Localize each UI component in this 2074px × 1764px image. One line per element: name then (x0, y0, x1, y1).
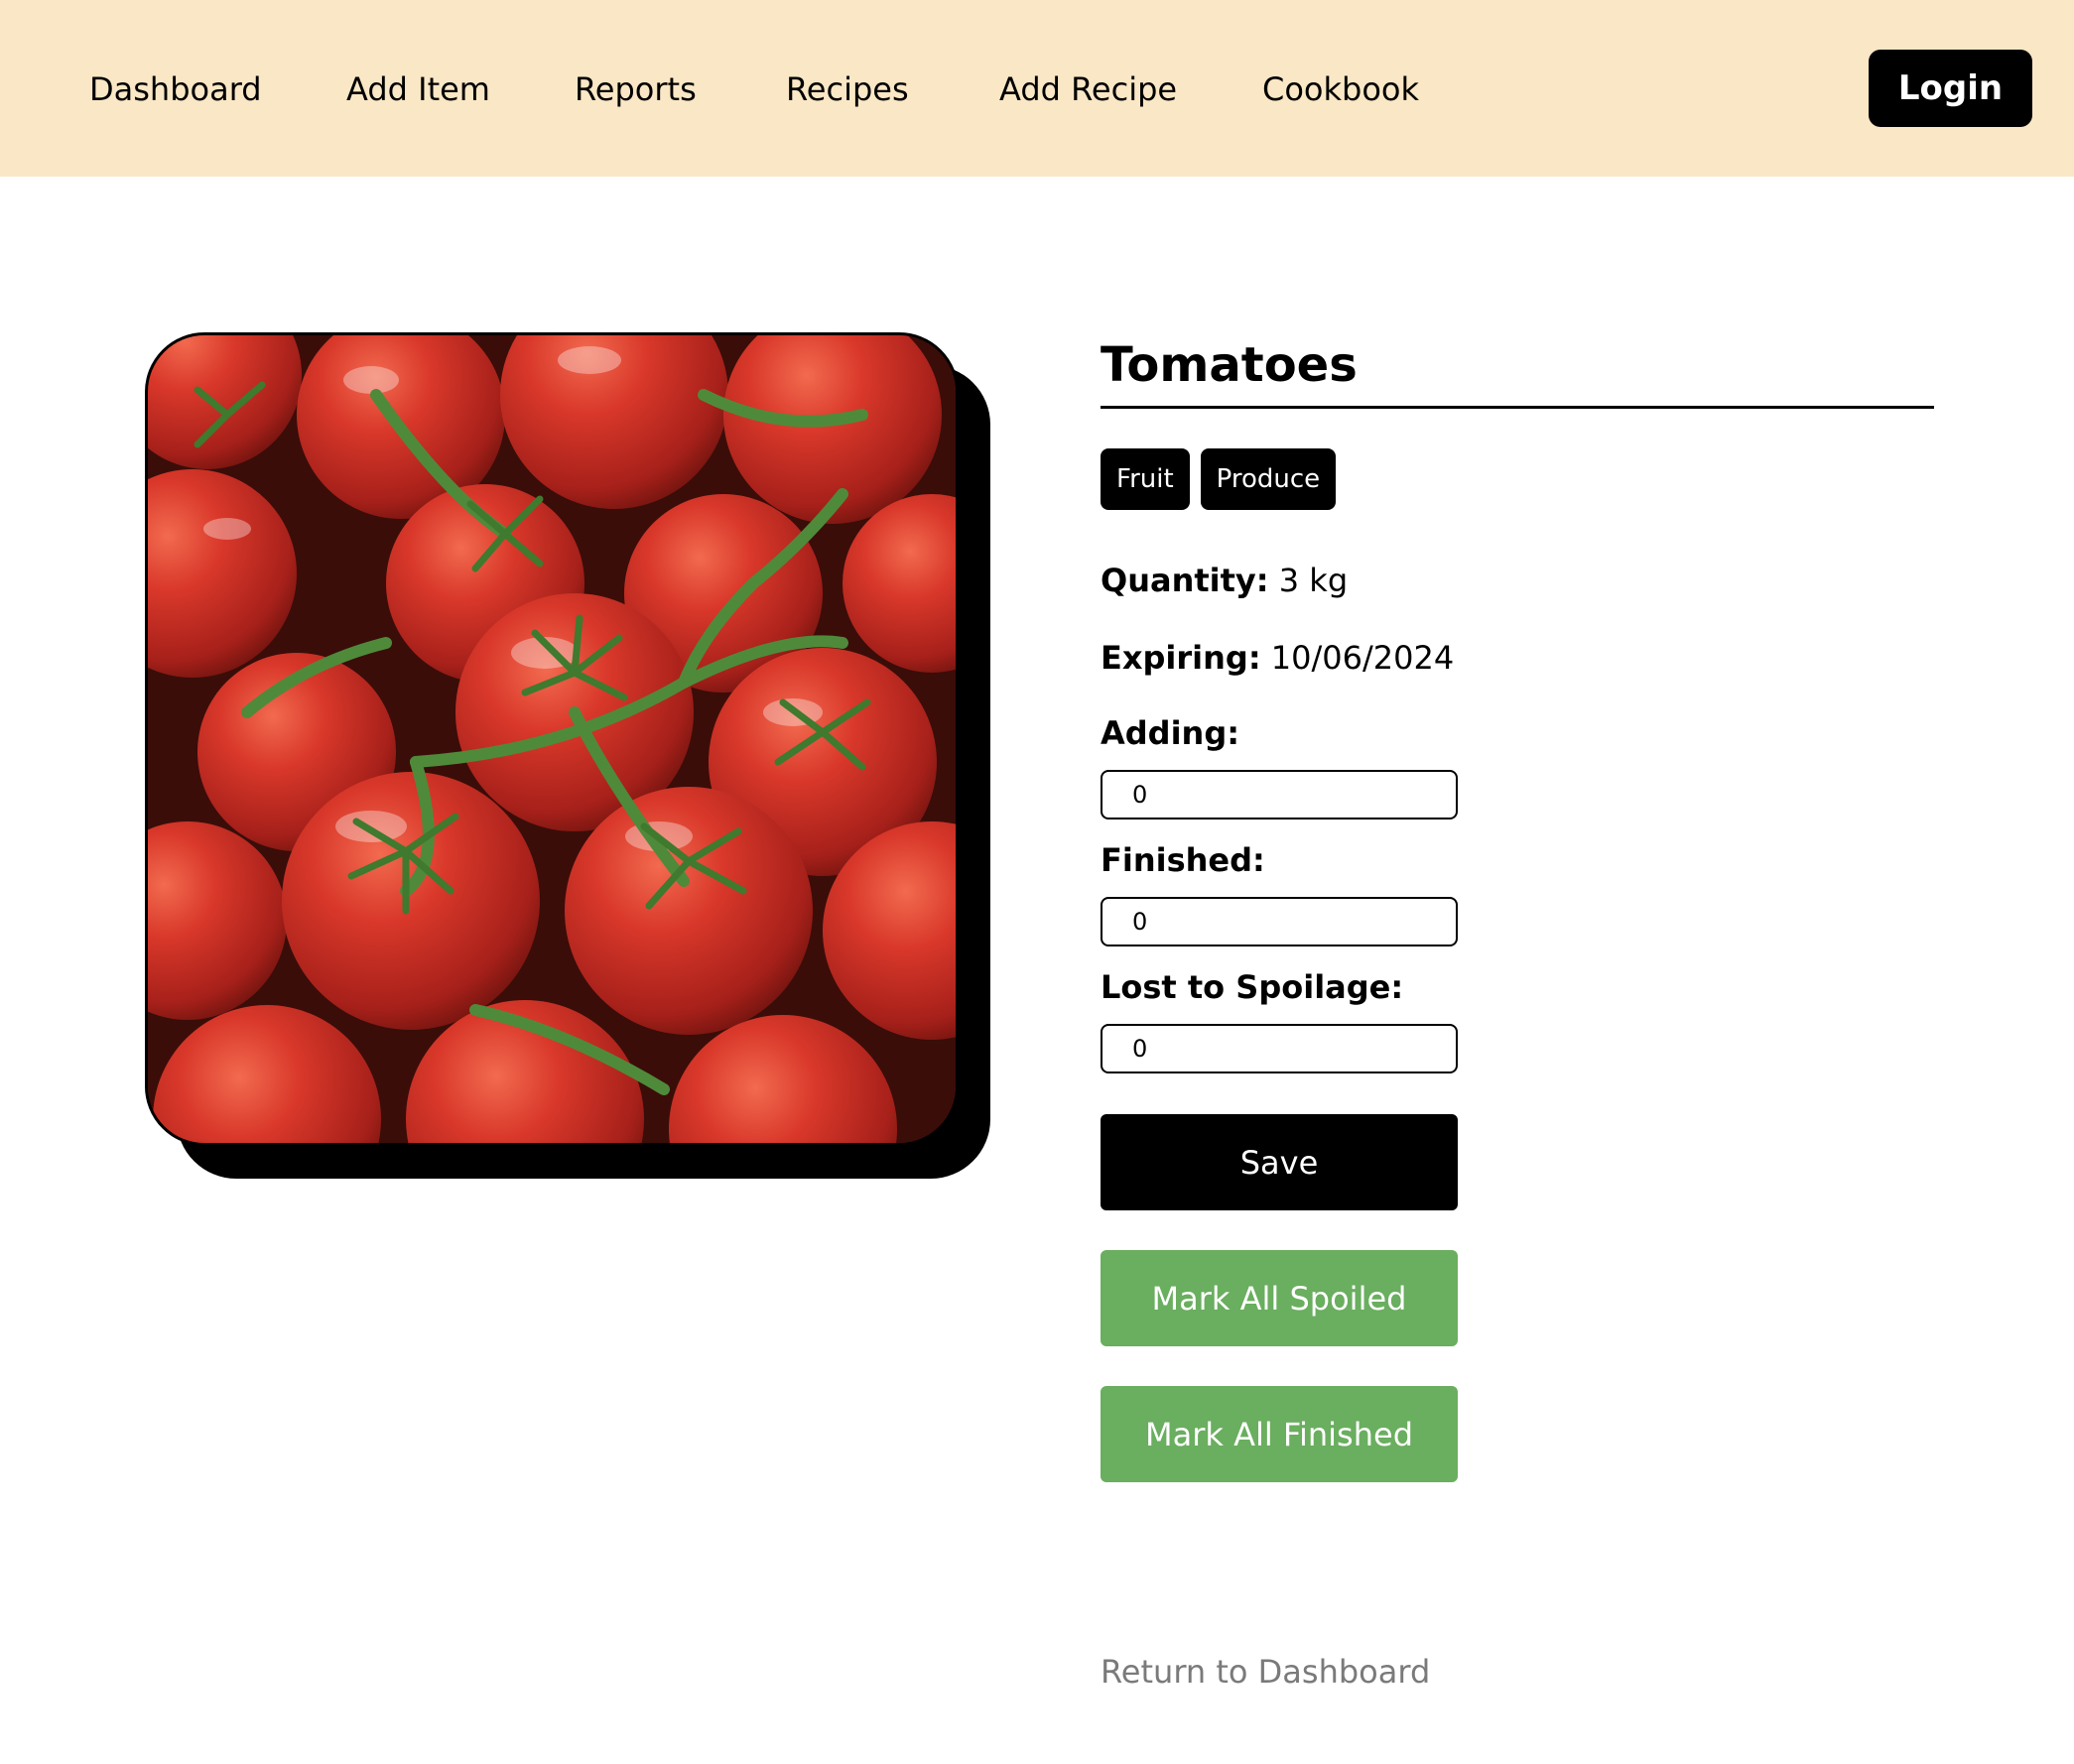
expiring-row: Expiring: 10/06/2024 (1101, 636, 1454, 680)
spoilage-input[interactable] (1101, 1024, 1458, 1073)
tag-produce[interactable]: Produce (1200, 448, 1337, 510)
nav-link-add-item[interactable]: Add Item (346, 67, 490, 111)
tag-fruit[interactable]: Fruit (1101, 448, 1190, 510)
nav-link-add-recipe[interactable]: Add Recipe (999, 67, 1177, 111)
save-button[interactable]: Save (1101, 1114, 1458, 1210)
item-title: Tomatoes (1101, 337, 1358, 393)
navbar: Dashboard Add Item Reports Recipes Add R… (0, 0, 2074, 177)
finished-input[interactable] (1101, 897, 1458, 946)
expiring-value: 10/06/2024 (1270, 639, 1455, 677)
mark-all-spoiled-button[interactable]: Mark All Spoiled (1101, 1250, 1458, 1346)
tag-list: Fruit Produce (1101, 448, 1337, 510)
mark-all-finished-button[interactable]: Mark All Finished (1101, 1386, 1458, 1482)
return-to-dashboard-link[interactable]: Return to Dashboard (1101, 1650, 1430, 1694)
spoilage-label: Lost to Spoilage: (1101, 968, 1404, 1006)
expiring-label: Expiring: (1101, 639, 1261, 677)
item-photo (145, 332, 959, 1146)
adding-input[interactable] (1101, 770, 1458, 819)
tomatoes-illustration (148, 335, 956, 1143)
quantity-value: 3 kg (1278, 562, 1349, 599)
nav-link-cookbook[interactable]: Cookbook (1262, 67, 1419, 111)
nav-link-recipes[interactable]: Recipes (786, 67, 909, 111)
adding-label: Adding: (1101, 714, 1240, 752)
quantity-row: Quantity: 3 kg (1101, 559, 1348, 602)
nav-link-dashboard[interactable]: Dashboard (89, 67, 262, 111)
nav-link-reports[interactable]: Reports (575, 67, 697, 111)
finished-label: Finished: (1101, 841, 1265, 879)
login-button[interactable]: Login (1869, 50, 2032, 127)
quantity-label: Quantity: (1101, 562, 1269, 599)
title-divider (1101, 406, 1934, 409)
